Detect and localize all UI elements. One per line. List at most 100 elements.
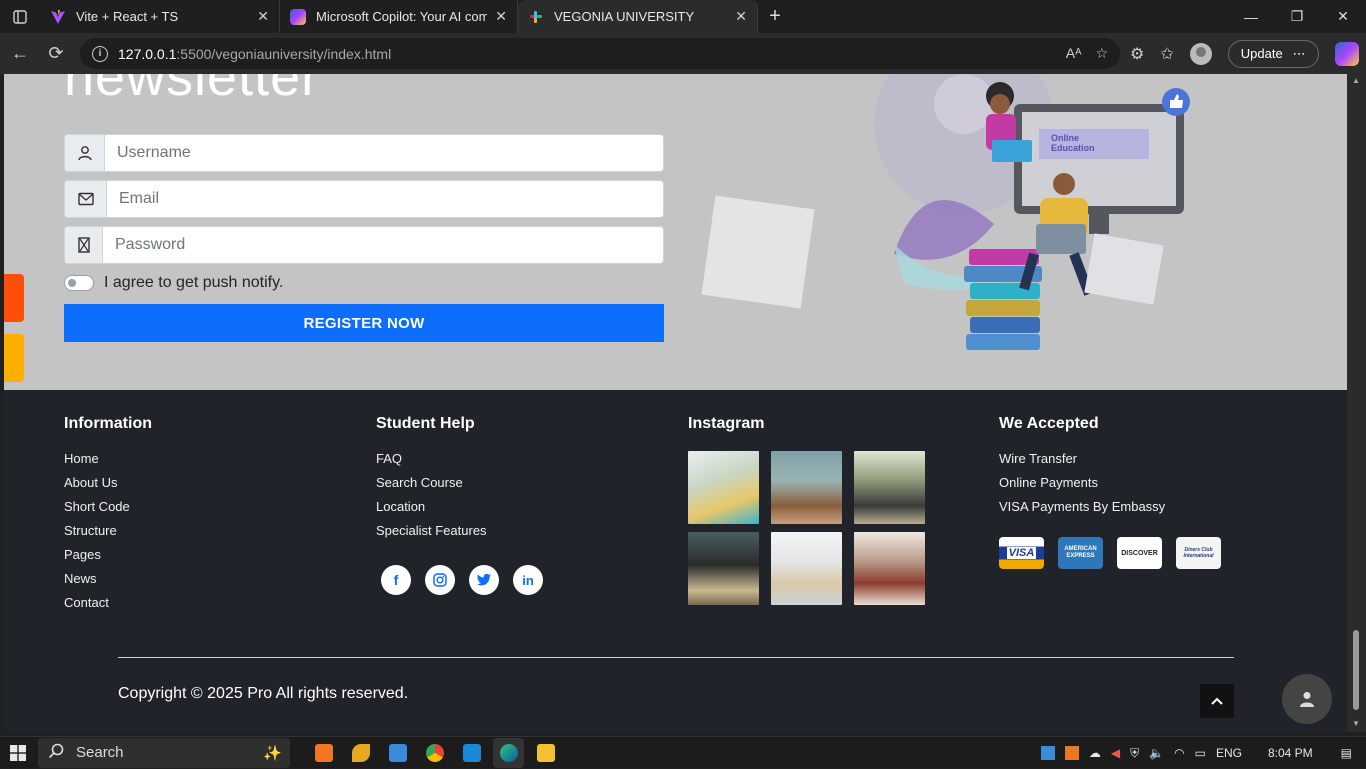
student-help-title: Student Help bbox=[376, 415, 475, 432]
amex-card-label: AMERICAN EXPRESS bbox=[1064, 546, 1097, 559]
close-tab-icon[interactable]: ✕ bbox=[495, 8, 507, 25]
notification-icon[interactable]: ▤ bbox=[1341, 746, 1352, 760]
desktop-icon[interactable] bbox=[382, 738, 413, 768]
password-field[interactable]: Password bbox=[64, 226, 664, 264]
page-scrollbar[interactable]: ▲ ▼ bbox=[1347, 74, 1366, 732]
scroll-to-top-button[interactable] bbox=[1200, 684, 1234, 718]
visa-card-label: VISA bbox=[1006, 547, 1037, 559]
footer-link-short-code[interactable]: Short Code bbox=[64, 499, 152, 523]
footer-divider bbox=[118, 657, 1234, 658]
scroll-down-icon[interactable]: ▼ bbox=[1352, 719, 1360, 728]
footer-link-location[interactable]: Location bbox=[376, 499, 543, 523]
illustration-text-2: Education bbox=[1051, 143, 1095, 153]
page-viewport: newsletter Username Email Password I agr… bbox=[4, 74, 1347, 732]
instagram-icon[interactable] bbox=[425, 565, 455, 595]
footer-link-pages[interactable]: Pages bbox=[64, 547, 152, 571]
profile-avatar[interactable] bbox=[1189, 42, 1212, 65]
instagram-photo[interactable] bbox=[771, 451, 842, 524]
minimize-icon[interactable]: — bbox=[1228, 0, 1274, 33]
we-accepted-title: We Accepted bbox=[999, 415, 1099, 432]
favorite-star-icon[interactable]: ☆ bbox=[1095, 45, 1108, 62]
information-column: Information Home About Us Short Code Str… bbox=[64, 415, 152, 619]
chat-avatar-button[interactable] bbox=[1282, 674, 1332, 724]
windows-start-icon[interactable] bbox=[0, 737, 36, 769]
instagram-photo[interactable] bbox=[688, 532, 759, 605]
instagram-photo[interactable] bbox=[854, 532, 925, 605]
refresh-icon[interactable]: ⟳ bbox=[38, 38, 74, 70]
instagram-photo[interactable] bbox=[771, 532, 842, 605]
footer-link-specialist[interactable]: Specialist Features bbox=[376, 523, 543, 547]
twitter-icon[interactable] bbox=[469, 565, 499, 595]
person-icon bbox=[1300, 692, 1314, 707]
footer-link-contact[interactable]: Contact bbox=[64, 595, 152, 619]
side-tab-1[interactable] bbox=[4, 274, 24, 322]
push-notify-label: I agree to get push notify. bbox=[104, 274, 284, 291]
chrome-icon[interactable] bbox=[419, 738, 450, 768]
wifi-icon[interactable]: ◠ bbox=[1174, 746, 1184, 760]
file-explorer-icon[interactable] bbox=[530, 738, 561, 768]
footer-link-about[interactable]: About Us bbox=[64, 475, 152, 499]
username-placeholder: Username bbox=[117, 144, 191, 161]
edge-icon[interactable] bbox=[493, 737, 524, 768]
url-field[interactable]: i 127.0.0.1 :5500/vegoniauniversity/inde… bbox=[80, 38, 1120, 69]
footer-link-faq[interactable]: FAQ bbox=[376, 451, 543, 475]
tab-vegonia[interactable]: VEGONIA UNIVERSITY ✕ bbox=[518, 0, 758, 33]
instagram-photo[interactable] bbox=[854, 451, 925, 524]
restore-icon[interactable]: ❐ bbox=[1274, 0, 1320, 33]
information-title: Information bbox=[64, 415, 152, 432]
read-aloud-icon[interactable]: A͏ᴬ bbox=[1066, 45, 1082, 62]
taskbar-search[interactable]: Search ✨ bbox=[38, 737, 290, 768]
scroll-up-icon[interactable]: ▲ bbox=[1352, 76, 1360, 85]
instagram-grid bbox=[688, 451, 925, 605]
close-tab-icon[interactable]: ✕ bbox=[257, 8, 269, 25]
copilot-icon[interactable] bbox=[1334, 41, 1359, 66]
xampp-icon[interactable] bbox=[308, 738, 339, 768]
filezilla-icon[interactable] bbox=[345, 738, 376, 768]
vite-favicon-icon bbox=[50, 9, 66, 25]
tab-copilot[interactable]: Microsoft Copilot: Your AI compa ✕ bbox=[280, 0, 518, 33]
url-host: 127.0.0.1 bbox=[118, 45, 177, 62]
side-tab-2[interactable] bbox=[4, 334, 24, 382]
tray-xampp-icon[interactable] bbox=[1064, 746, 1079, 760]
close-tab-icon[interactable]: ✕ bbox=[735, 8, 747, 25]
more-options-icon[interactable]: ⋯ bbox=[1293, 46, 1306, 62]
site-info-icon[interactable]: i bbox=[92, 45, 108, 62]
scrollbar-thumb[interactable] bbox=[1353, 630, 1359, 710]
search-label: Search bbox=[76, 744, 124, 761]
back-icon[interactable]: ← bbox=[2, 38, 38, 70]
window-controls: — ❐ ✕ bbox=[1228, 0, 1366, 33]
footer-link-structure[interactable]: Structure bbox=[64, 523, 152, 547]
student-help-column: Student Help FAQ Search Course Location … bbox=[376, 415, 543, 595]
push-notify-toggle[interactable] bbox=[64, 275, 94, 291]
username-field[interactable]: Username bbox=[64, 134, 664, 172]
language-label[interactable]: ENG bbox=[1216, 746, 1242, 760]
linkedin-icon[interactable]: in bbox=[513, 565, 543, 595]
push-notify-row: I agree to get push notify. bbox=[64, 274, 283, 292]
tab-actions-icon[interactable] bbox=[0, 0, 40, 33]
tab-title: Vite + React + TS bbox=[76, 9, 179, 24]
volume-icon[interactable]: 🔈 bbox=[1149, 746, 1164, 760]
footer-link-news[interactable]: News bbox=[64, 571, 152, 595]
security-icon[interactable]: ⛨ bbox=[1130, 746, 1139, 761]
system-tray: ☁ ◀ ⛨ 🔈 ◠ ▭ ENG 8:04 PM ▤ bbox=[1040, 737, 1366, 769]
footer-link-home[interactable]: Home bbox=[64, 451, 152, 475]
update-button[interactable]: Update ⋯ bbox=[1227, 39, 1319, 68]
battery-icon[interactable]: ▭ bbox=[1195, 746, 1206, 760]
favorites-icon[interactable]: ✩ bbox=[1160, 44, 1173, 64]
copilot-sparkle-icon: ✨ bbox=[263, 744, 282, 762]
tray-arrow-icon[interactable]: ◀ bbox=[1111, 746, 1120, 760]
new-tab-button[interactable]: + bbox=[758, 0, 792, 33]
newsletter-heading: newsletter bbox=[64, 74, 321, 107]
clock-time[interactable]: 8:04 PM bbox=[1268, 746, 1313, 760]
tab-vite[interactable]: Vite + React + TS ✕ bbox=[40, 0, 280, 33]
tray-app-icon[interactable] bbox=[1040, 746, 1055, 760]
extensions-icon[interactable]: ⚙ bbox=[1130, 44, 1144, 64]
vscode-icon[interactable] bbox=[456, 738, 487, 768]
facebook-icon[interactable]: f bbox=[381, 565, 411, 595]
close-window-icon[interactable]: ✕ bbox=[1320, 0, 1366, 33]
register-now-button[interactable]: REGISTER NOW bbox=[64, 304, 664, 342]
footer-link-search-course[interactable]: Search Course bbox=[376, 475, 543, 499]
onedrive-icon[interactable]: ☁ bbox=[1089, 746, 1101, 760]
email-field[interactable]: Email bbox=[64, 180, 664, 218]
instagram-photo[interactable] bbox=[688, 451, 759, 524]
